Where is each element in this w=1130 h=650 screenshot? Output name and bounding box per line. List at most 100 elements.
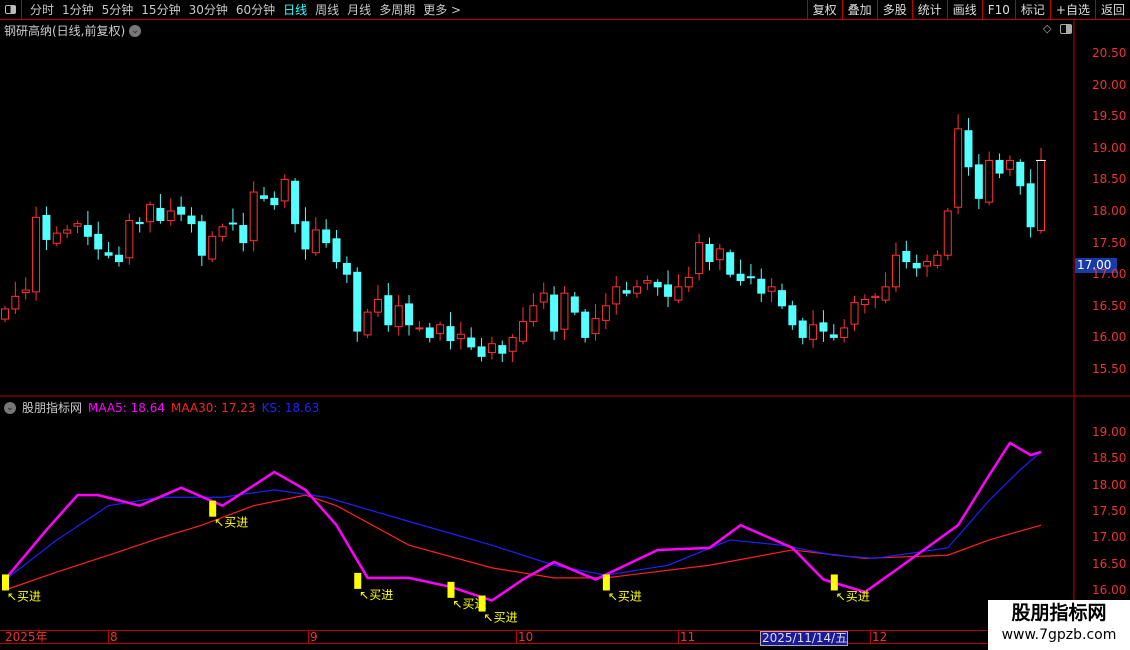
- candle-up: [456, 333, 465, 340]
- candle-up: [1005, 159, 1014, 170]
- candle-up: [208, 235, 217, 260]
- candle-down: [1026, 183, 1035, 228]
- candle-up: [715, 248, 724, 261]
- watermark: 股朋指标网 www.7gpzb.com: [988, 600, 1130, 650]
- candle-up: [881, 286, 890, 301]
- candle-up: [560, 292, 569, 330]
- buy-signal-bar: [447, 581, 455, 598]
- candle-down: [446, 326, 455, 342]
- candle-down: [332, 238, 341, 263]
- crosshair-date-label: 2025/11/14/五: [760, 631, 849, 646]
- candle-down: [974, 164, 983, 199]
- candle-up: [643, 280, 652, 284]
- candle-down: [114, 254, 123, 263]
- candle-up: [363, 311, 372, 336]
- candle-up: [52, 232, 61, 244]
- candle-down: [177, 206, 186, 215]
- price-axis-label: 20.50: [1092, 46, 1127, 60]
- candle-up: [125, 219, 134, 259]
- candle-down: [964, 130, 973, 168]
- candle-up: [73, 223, 82, 227]
- maa30-line: [4, 494, 1042, 591]
- candle-up: [684, 276, 693, 288]
- price-axis-label: 19.50: [1092, 109, 1127, 124]
- indicator-axis-label: 17.00: [1092, 530, 1127, 545]
- buy-signal-bar: [209, 500, 217, 517]
- candle-down: [570, 296, 579, 313]
- time-axis: 2025年 8 9 10 11 2025/11/14/五 12: [0, 630, 1074, 646]
- price-axis-label: 18.00: [1092, 204, 1127, 218]
- indicator-axis-label: 18.00: [1092, 477, 1127, 492]
- time-label: 8: [108, 630, 118, 644]
- candle-down: [757, 278, 766, 294]
- candle-up: [809, 324, 818, 340]
- candle-down: [405, 303, 414, 326]
- candle-up: [529, 305, 538, 323]
- candle-up: [311, 229, 320, 254]
- maa5-line: [4, 441, 1042, 602]
- buy-signal-bar: [602, 574, 610, 591]
- candle-down: [912, 262, 921, 269]
- candle-up: [871, 295, 880, 299]
- buy-signal-bar: [2, 574, 9, 591]
- candle-down: [301, 221, 310, 250]
- indicator-axis-label: 19.00: [1092, 424, 1127, 439]
- candle-down: [260, 195, 268, 199]
- candle-down: [705, 243, 714, 263]
- candle-down: [498, 345, 507, 354]
- price-axis-label: 15.50: [1092, 362, 1127, 376]
- candle-down: [187, 215, 196, 225]
- candle-down: [322, 229, 331, 244]
- candle-down: [270, 197, 279, 206]
- time-label: 10: [516, 630, 534, 644]
- indicator-legend: ⌄ 股朋指标网 MAA5: 18.64 MAA30: 17.23 KS: 18.…: [4, 399, 319, 416]
- candle-down: [902, 250, 911, 263]
- candle-up: [11, 295, 20, 310]
- candle-down: [425, 327, 434, 338]
- candle-down: [1016, 161, 1025, 187]
- price-axis-label: 19.00: [1092, 140, 1127, 155]
- candle-up: [840, 327, 849, 338]
- candle-up: [218, 226, 227, 237]
- time-label: 2025年: [5, 630, 48, 644]
- candle-up: [767, 286, 776, 292]
- time-label: 12: [870, 630, 888, 644]
- candle-down: [995, 159, 1004, 174]
- buy-signal-label: ↖买进: [608, 589, 642, 603]
- candle-up: [32, 216, 41, 293]
- time-label: 9: [308, 630, 318, 644]
- candle-down: [291, 180, 300, 225]
- candle-up: [508, 336, 517, 352]
- candle-down: [653, 281, 662, 288]
- kline-chart: ↖买进↖买进↖买进↖买进↖买进↖买进 ↖买进: [0, 20, 1130, 630]
- maa5-value: MAA5: 18.64: [88, 400, 165, 415]
- candle-down: [581, 311, 590, 338]
- candle-down: [622, 290, 631, 294]
- candle-up: [166, 210, 175, 221]
- candle-up: [280, 178, 289, 202]
- price-axis-label: 17.50: [1092, 235, 1127, 250]
- candle-up: [146, 204, 155, 223]
- candle-up: [591, 317, 600, 335]
- indicator-axis-label: 18.50: [1092, 451, 1127, 466]
- buy-signal-label: ↖买进: [484, 611, 518, 625]
- candle-up: [21, 289, 30, 294]
- price-axis-label: 18.50: [1092, 172, 1127, 187]
- candle-up: [436, 324, 445, 335]
- candle-up: [850, 302, 859, 325]
- chevron-down-icon[interactable]: ⌄: [4, 401, 16, 414]
- candle-down: [798, 320, 807, 338]
- candle-up: [394, 305, 403, 328]
- candle-down: [228, 222, 237, 225]
- candle-down: [384, 295, 393, 326]
- candle-up: [63, 229, 72, 234]
- candle-up: [891, 254, 900, 288]
- buy-signal-label: ↖买进: [214, 516, 248, 530]
- candle-up: [1, 308, 9, 320]
- price-axis-label: 16.00: [1092, 330, 1127, 345]
- maa30-value: MAA30: 17.23: [170, 400, 256, 415]
- candle-down: [135, 221, 144, 225]
- candle-up: [954, 128, 963, 208]
- time-label: 11: [678, 630, 696, 644]
- candle-up: [415, 327, 424, 330]
